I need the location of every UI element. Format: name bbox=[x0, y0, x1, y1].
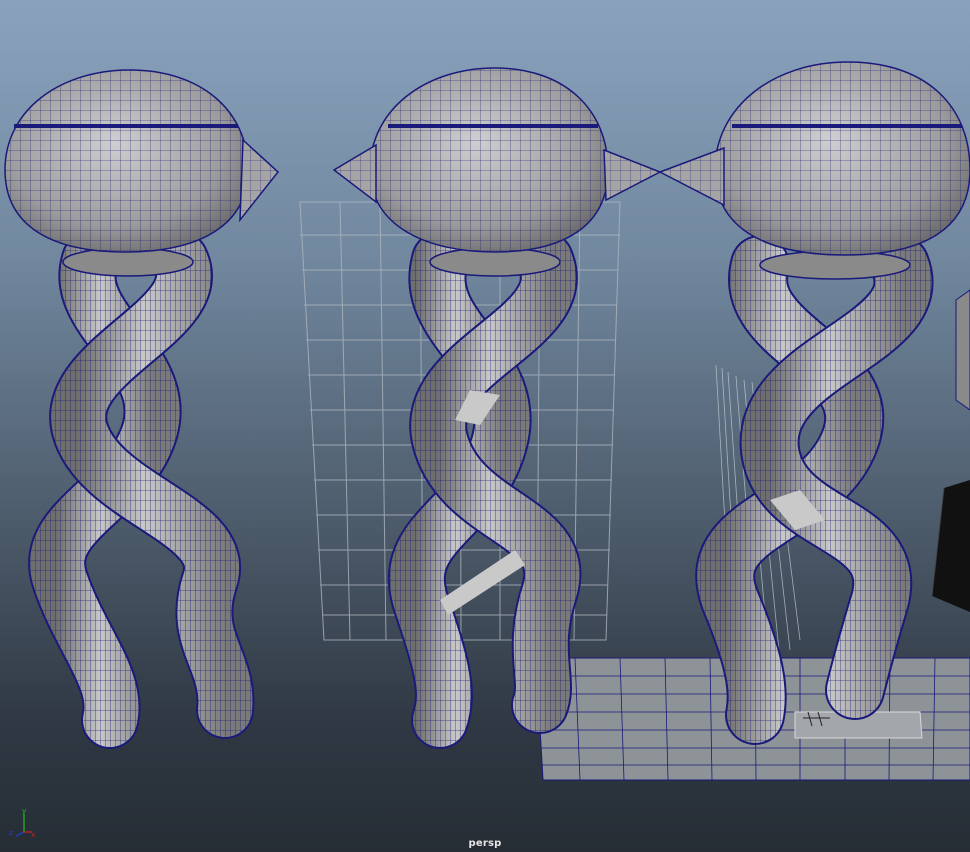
camera-name-label: persp bbox=[468, 838, 502, 849]
dark-box-object[interactable] bbox=[931, 289, 970, 612]
axis-y-label: y bbox=[22, 808, 26, 815]
axis-z-label: z bbox=[9, 829, 13, 837]
creature-left[interactable] bbox=[4, 69, 280, 749]
creature-right[interactable] bbox=[658, 61, 970, 745]
leg-twist-middle[interactable] bbox=[387, 231, 582, 749]
leg-twist-left[interactable] bbox=[28, 231, 255, 749]
axis-x-label: x bbox=[31, 831, 35, 838]
body-dome-left[interactable] bbox=[4, 69, 280, 277]
maya-perspective-viewport[interactable]: y x z persp bbox=[0, 0, 970, 852]
axis-gizmo-icon: y x z bbox=[9, 808, 35, 838]
body-dome-middle[interactable] bbox=[332, 67, 662, 277]
leg-twist-right[interactable] bbox=[695, 235, 934, 745]
scene-canvas[interactable] bbox=[0, 0, 970, 852]
